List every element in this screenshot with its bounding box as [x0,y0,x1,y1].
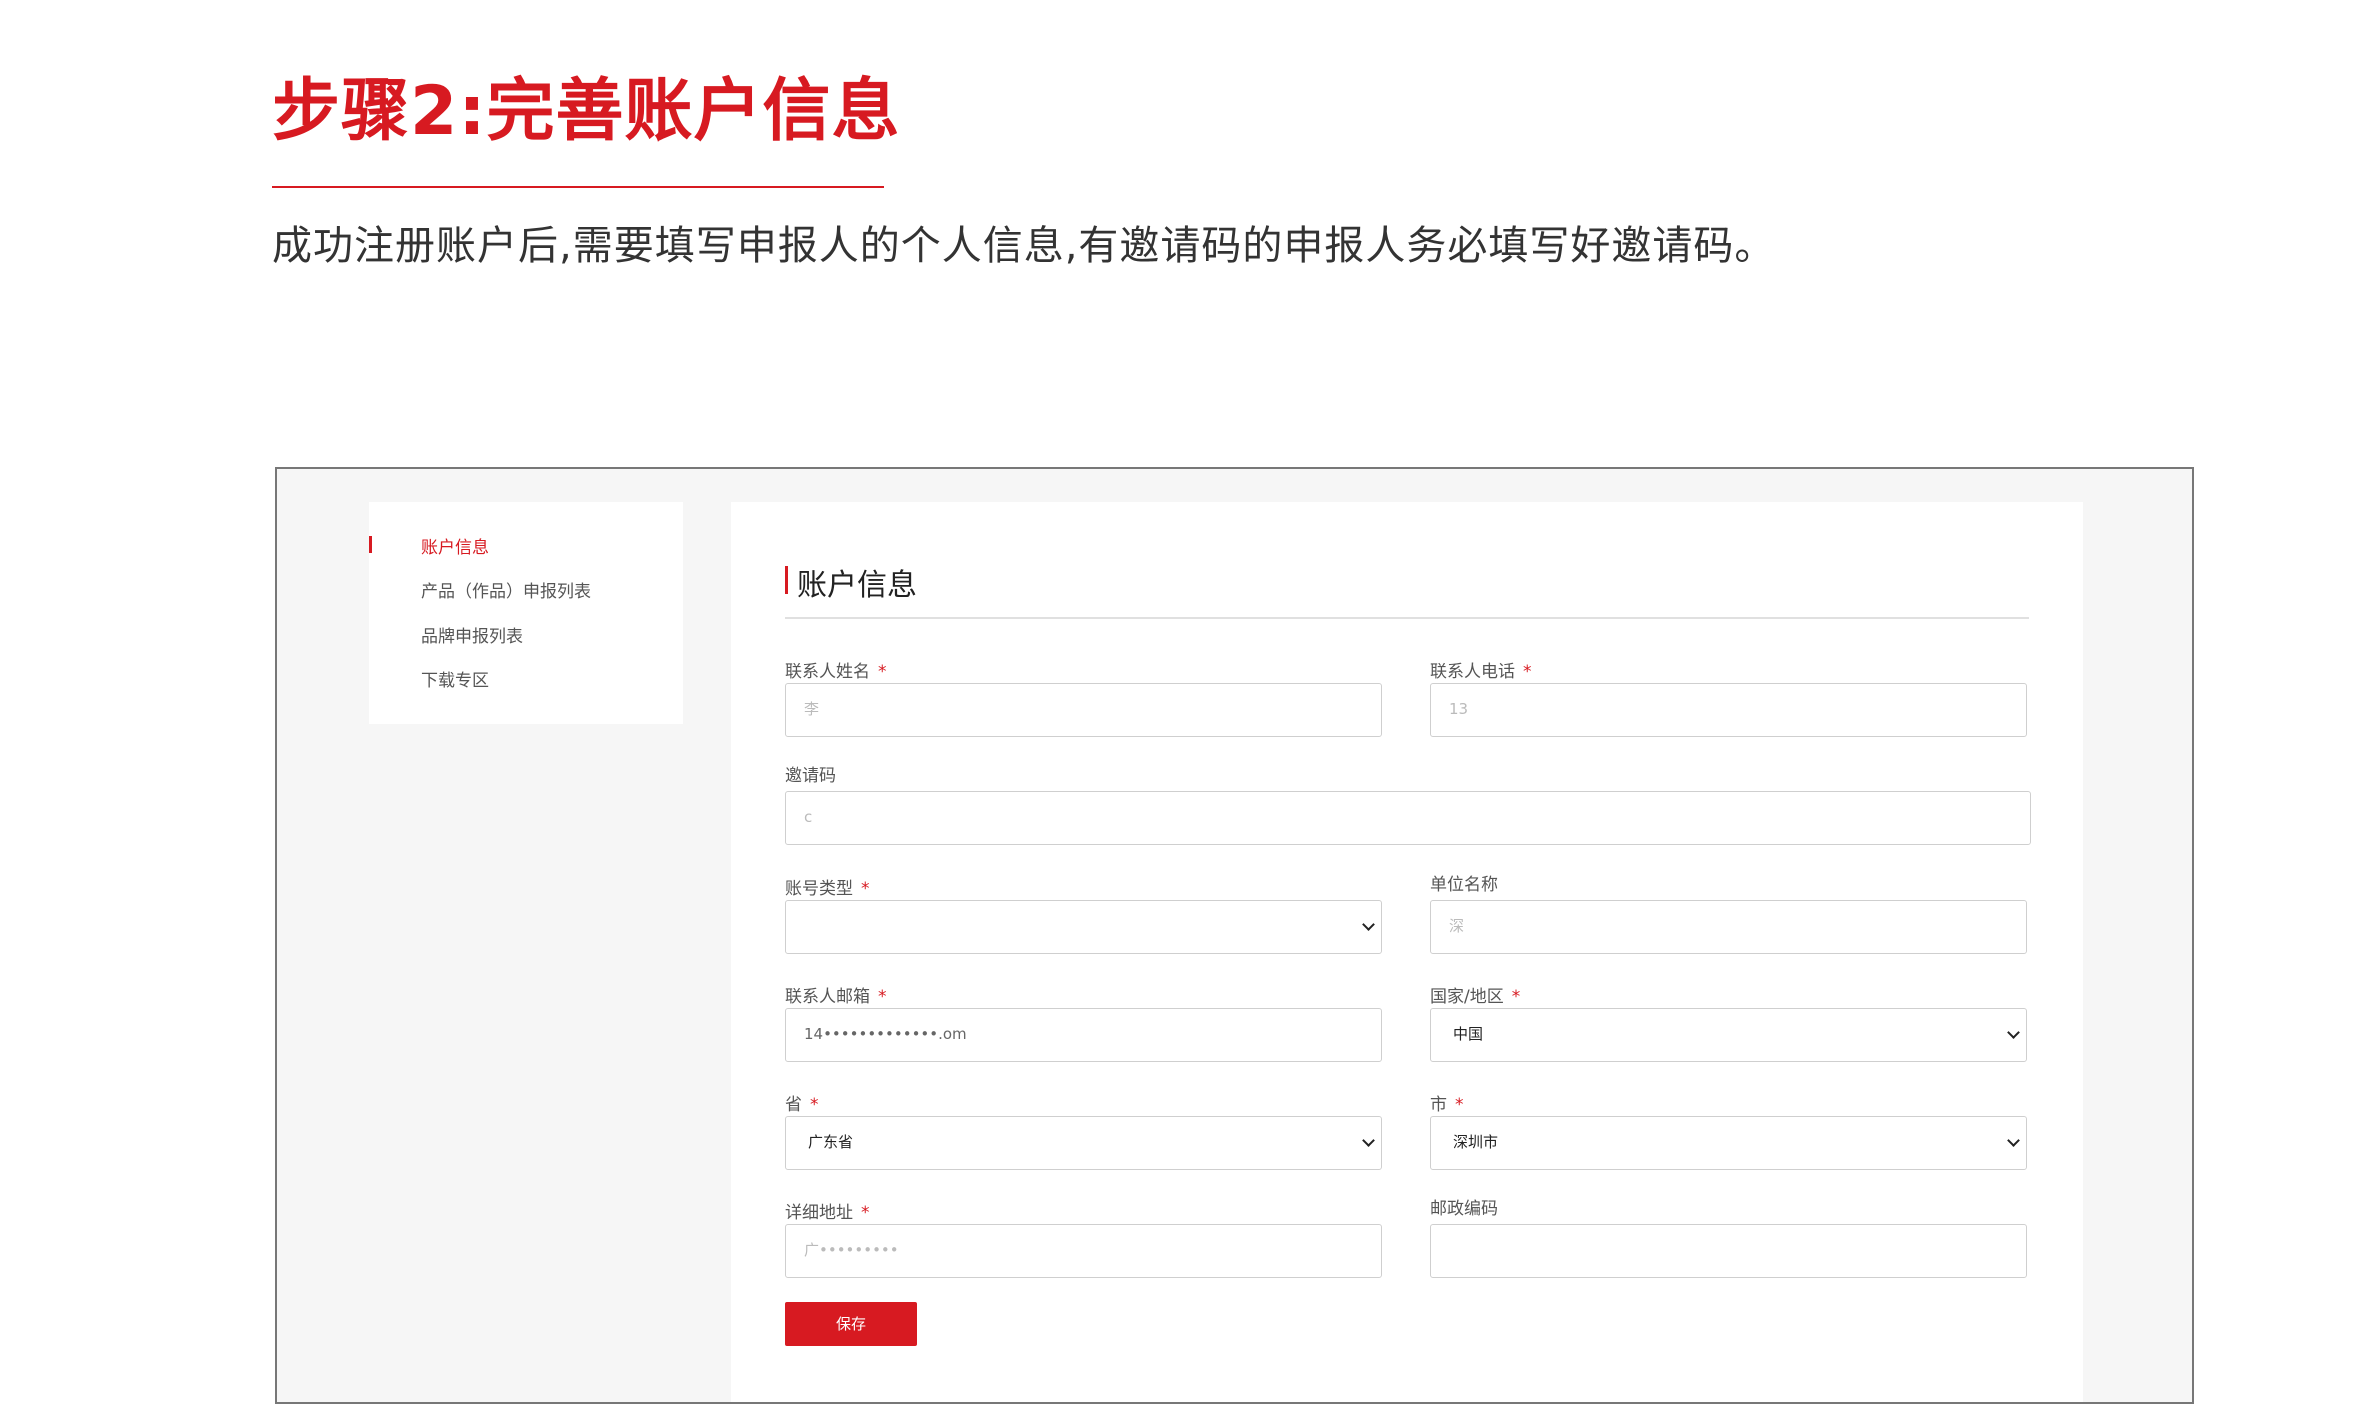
city-select[interactable]: 深圳市 [1430,1116,2027,1170]
section-divider [785,617,2029,619]
contact-email-label-text: 联系人邮箱 [785,987,870,1007]
required-star: * [1455,1095,1464,1115]
province-value: 广东省 [808,1133,854,1151]
save-button[interactable]: 保存 [785,1302,917,1346]
address-label: 详细地址 * [785,1198,870,1223]
required-star: * [861,1203,870,1223]
postal-code-label-text: 邮政编码 [1430,1199,1498,1219]
postal-code-input[interactable] [1430,1224,2027,1278]
section-title-bar [785,566,788,594]
invite-code-label: 邀请码 [785,761,836,786]
sidebar-item-product-list[interactable]: 产品（作品）申报列表 [421,577,591,602]
chevron-down-icon [1362,918,1375,931]
address-label-text: 详细地址 [785,1203,853,1223]
required-star: * [878,662,887,682]
address-input[interactable]: 广••••••••• [785,1224,1382,1278]
contact-phone-input[interactable]: 13 [1430,683,2027,737]
city-label: 市 * [1430,1090,1464,1115]
contact-name-input[interactable]: 李 [785,683,1382,737]
page-title: 步骤2:完善账户信息 [272,72,901,151]
contact-name-label: 联系人姓名 * [785,657,887,682]
account-type-label-text: 账号类型 [785,879,853,899]
province-label-text: 省 [785,1095,802,1115]
required-star: * [1523,662,1532,682]
invite-code-input[interactable]: c [785,791,2031,845]
country-label-text: 国家/地区 [1430,987,1504,1007]
contact-email-label: 联系人邮箱 * [785,982,887,1007]
sidebar-nav: 账户信息 产品（作品）申报列表 品牌申报列表 下载专区 [369,502,683,724]
sidebar-item-brand-list[interactable]: 品牌申报列表 [421,622,523,647]
contact-email-input[interactable]: 14•••••••••••••.om [785,1008,1382,1062]
required-star: * [810,1095,819,1115]
account-type-select[interactable] [785,900,1382,954]
province-select[interactable]: 广东省 [785,1116,1382,1170]
required-star: * [861,879,870,899]
company-name-label-text: 单位名称 [1430,875,1498,895]
screenshot-frame: 账户信息 产品（作品）申报列表 品牌申报列表 下载专区 账户信息 联系人姓名 * … [275,467,2194,1404]
country-value: 中国 [1453,1025,1484,1043]
country-select[interactable]: 中国 [1430,1008,2027,1062]
section-title: 账户信息 [797,568,917,603]
chevron-down-icon [2007,1134,2020,1147]
province-label: 省 * [785,1090,819,1115]
contact-phone-label: 联系人电话 * [1430,657,1532,682]
main-panel: 账户信息 联系人姓名 * 李 联系人电话 * 13 邀请码 c 账号类型 * 单位名称… [731,502,2083,1402]
chevron-down-icon [1362,1134,1375,1147]
required-star: * [1511,987,1521,1007]
title-underline [272,186,884,188]
company-name-input[interactable]: 深 [1430,900,2027,954]
account-type-label: 账号类型 * [785,874,870,899]
sidebar-item-downloads[interactable]: 下载专区 [421,666,489,691]
sidebar-item-account-info[interactable]: 账户信息 [421,533,489,558]
company-name-label: 单位名称 [1430,870,1498,895]
contact-name-label-text: 联系人姓名 [785,662,870,682]
country-label: 国家/地区 * [1430,982,1520,1007]
chevron-down-icon [2007,1026,2020,1039]
invite-code-label-text: 邀请码 [785,766,836,786]
sidebar-active-indicator [369,536,372,553]
page-description: 成功注册账户后,需要填写申报人的个人信息,有邀请码的申报人务必填写好邀请码。 [272,223,1776,269]
city-label-text: 市 [1430,1095,1447,1115]
city-value: 深圳市 [1453,1133,1499,1151]
contact-phone-label-text: 联系人电话 [1430,662,1515,682]
required-star: * [878,987,887,1007]
postal-code-label: 邮政编码 [1430,1194,1498,1219]
